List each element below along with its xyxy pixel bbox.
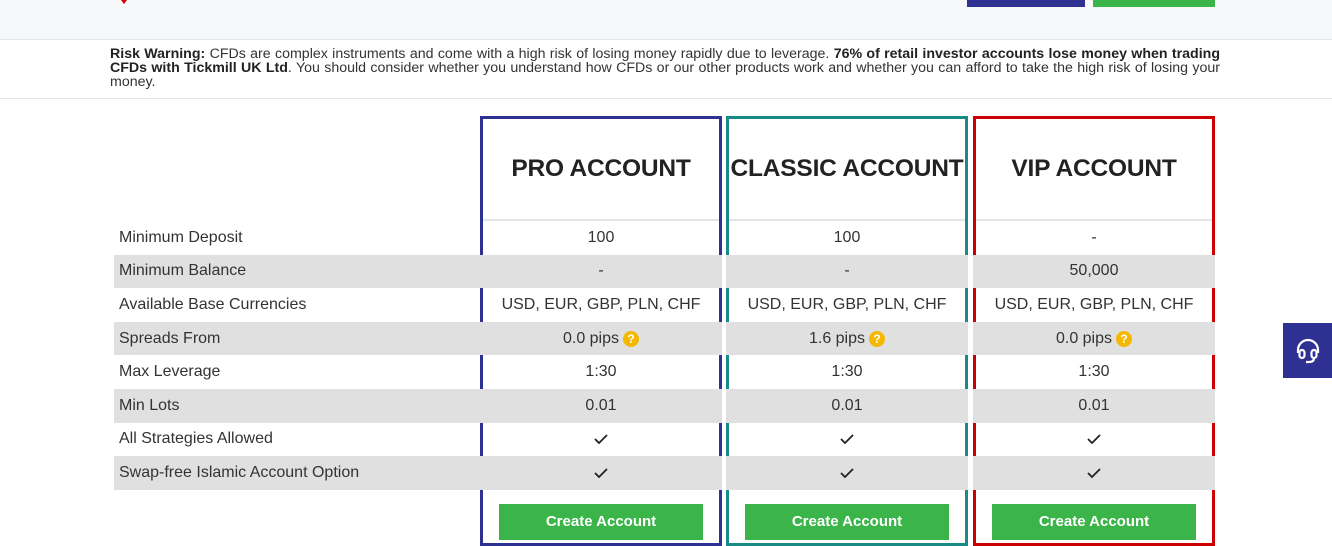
strategies-cell xyxy=(483,423,719,457)
checkmark-icon xyxy=(594,434,608,445)
create-account-button[interactable]: Create Account xyxy=(745,503,949,540)
min-lots-value: 0.01 xyxy=(973,388,1215,423)
account-card-pro: PRO ACCOUNT 100 - USD, EUR, GBP, PLN, CH… xyxy=(480,116,722,546)
checkmark-icon xyxy=(1087,468,1101,478)
feature-label: Swap-free Islamic Account Option xyxy=(114,456,482,490)
help-icon[interactable]: ? xyxy=(869,330,886,347)
max-leverage-value: 1:30 xyxy=(585,363,617,381)
max-leverage-value: 1:30 xyxy=(831,363,863,381)
feature-label: Available Base Currencies xyxy=(119,295,307,313)
minimum-deposit-value: 100 xyxy=(587,228,615,246)
minimum-balance-value: - xyxy=(726,254,968,289)
feature-label: Minimum Balance xyxy=(114,254,482,289)
spreads-from-value: 1.6 pips xyxy=(808,329,866,347)
checkmark-icon xyxy=(840,468,854,478)
headset-icon xyxy=(1296,338,1319,363)
checkmark-icon xyxy=(594,468,608,478)
minimum-deposit-value: - xyxy=(1091,228,1097,246)
account-card-vip: VIP ACCOUNT - 50,000 USD, EUR, GBP, PLN,… xyxy=(973,116,1215,546)
base-currencies-value: USD, EUR, GBP, PLN, CHF xyxy=(747,295,947,313)
swap-free-cell xyxy=(973,456,1215,490)
strategies-cell xyxy=(976,423,1212,457)
create-account-button[interactable]: Create Account xyxy=(499,503,703,540)
minimum-deposit-value: 100 xyxy=(833,228,861,246)
help-icon[interactable]: ? xyxy=(1116,330,1133,347)
minimum-balance-value: - xyxy=(480,254,722,289)
base-currencies-value: USD, EUR, GBP, PLN, CHF xyxy=(994,295,1194,313)
logo[interactable] xyxy=(115,0,133,4)
risk-warning: Risk Warning: CFDs are complex instrumen… xyxy=(110,47,1220,89)
feature-label: Min Lots xyxy=(114,388,482,423)
divider xyxy=(0,98,1332,99)
checkmark-icon xyxy=(840,434,854,445)
checkmark-icon xyxy=(1087,434,1101,445)
account-title: VIP ACCOUNT xyxy=(976,119,1212,221)
support-chat-button[interactable] xyxy=(1283,323,1332,378)
signup-button[interactable] xyxy=(1093,0,1215,7)
spreads-from-cell: 0.0 pips? xyxy=(480,321,722,356)
spreads-from-value: 0.0 pips xyxy=(562,329,620,347)
minimum-balance-value: 50,000 xyxy=(973,254,1215,289)
base-currencies-value: USD, EUR, GBP, PLN, CHF xyxy=(501,295,701,313)
max-leverage-value: 1:30 xyxy=(1078,363,1110,381)
top-navigation-bar xyxy=(0,0,1332,40)
spreads-from-cell: 1.6 pips? xyxy=(726,321,968,356)
feature-label: Spreads From xyxy=(114,321,482,356)
login-button[interactable] xyxy=(967,0,1085,7)
account-title: CLASSIC ACCOUNT xyxy=(729,119,965,221)
feature-label: Max Leverage xyxy=(119,363,221,381)
strategies-cell xyxy=(729,423,965,457)
spreads-from-cell: 0.0 pips? xyxy=(973,321,1215,356)
min-lots-value: 0.01 xyxy=(726,388,968,423)
spreads-from-value: 0.0 pips xyxy=(1055,329,1113,347)
account-title: PRO ACCOUNT xyxy=(483,119,719,221)
create-account-button[interactable]: Create Account xyxy=(992,503,1196,540)
feature-label: All Strategies Allowed xyxy=(119,430,273,448)
feature-label: Minimum Deposit xyxy=(119,228,243,246)
swap-free-cell xyxy=(726,456,968,490)
swap-free-cell xyxy=(480,456,722,490)
feature-labels: Minimum Deposit Minimum Balance Availabl… xyxy=(114,221,482,490)
account-card-classic: CLASSIC ACCOUNT 100 - USD, EUR, GBP, PLN… xyxy=(726,116,968,546)
min-lots-value: 0.01 xyxy=(480,388,722,423)
help-icon[interactable]: ? xyxy=(623,330,640,347)
